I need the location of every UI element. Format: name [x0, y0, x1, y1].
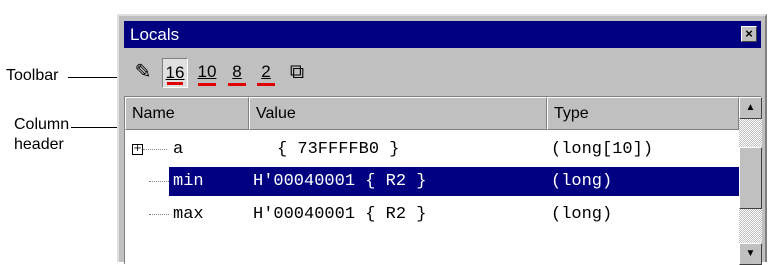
variable-type: (long) [551, 172, 613, 191]
radix-underline [228, 83, 246, 86]
close-icon[interactable]: × [741, 26, 757, 42]
copy-window-icon[interactable]: ⧉ [284, 58, 310, 88]
column-header-annotation-line2: header [14, 136, 64, 153]
radix-8-label: 8 [232, 62, 242, 81]
radix-underline [198, 83, 216, 86]
toolbar: ✎ 16 10 8 2 ⧉ [124, 52, 761, 92]
variable-value: H'00040001 { R2 } [253, 172, 427, 191]
radix-2-label: 2 [261, 62, 271, 81]
scroll-up-icon[interactable]: ▲ [739, 97, 762, 119]
column-header-annotation-line [71, 127, 117, 128]
variable-value: H'00040001 { R2 } [253, 205, 427, 224]
radix-10-label: 10 [197, 62, 217, 81]
radix-10-button[interactable]: 10 [194, 58, 220, 88]
expand-icon[interactable]: + [132, 144, 143, 155]
radix-underline [167, 82, 183, 85]
locals-grid: Name Value Type + a { 73FFFFB0 } (long[1… [124, 96, 762, 265]
tree-connector [149, 181, 169, 182]
radix-2-button[interactable]: 2 [253, 58, 279, 88]
column-header-type[interactable]: Type [547, 97, 739, 130]
radix-16-button[interactable]: 16 [162, 58, 188, 88]
radix-16-label: 16 [165, 63, 185, 82]
tree-connector [149, 214, 169, 215]
variable-name: min [173, 172, 204, 191]
vertical-scrollbar[interactable]: ▲ ▼ [739, 97, 762, 265]
toolbar-annotation-line [68, 77, 118, 78]
column-header-annotation-line1: Column [14, 116, 70, 133]
scrollbar-thumb[interactable] [739, 147, 762, 209]
toolbar-annotation: Toolbar [6, 67, 59, 84]
variable-name: max [173, 205, 204, 224]
column-header-value[interactable]: Value [249, 97, 547, 130]
locals-window: Locals × ✎ 16 10 8 2 ⧉ Name Value Type +… [117, 14, 767, 265]
table-row[interactable]: + a { 73FFFFB0 } (long[10]) [125, 133, 739, 166]
table-row-selected[interactable]: min H'00040001 { R2 } (long) [125, 165, 740, 198]
window-title: Locals [130, 25, 180, 44]
variable-type: (long) [551, 205, 613, 224]
pencil-icon[interactable]: ✎ [130, 58, 156, 88]
radix-8-button[interactable]: 8 [224, 58, 250, 88]
variable-name: a [173, 140, 184, 159]
tree-connector [143, 149, 167, 150]
radix-underline [257, 83, 275, 86]
title-bar[interactable]: Locals × [124, 21, 761, 48]
table-row[interactable]: max H'00040001 { R2 } (long) [125, 198, 739, 231]
variable-value: { 73FFFFB0 } [277, 140, 400, 159]
variable-type: (long[10]) [551, 140, 654, 159]
column-header-name[interactable]: Name [125, 97, 249, 130]
